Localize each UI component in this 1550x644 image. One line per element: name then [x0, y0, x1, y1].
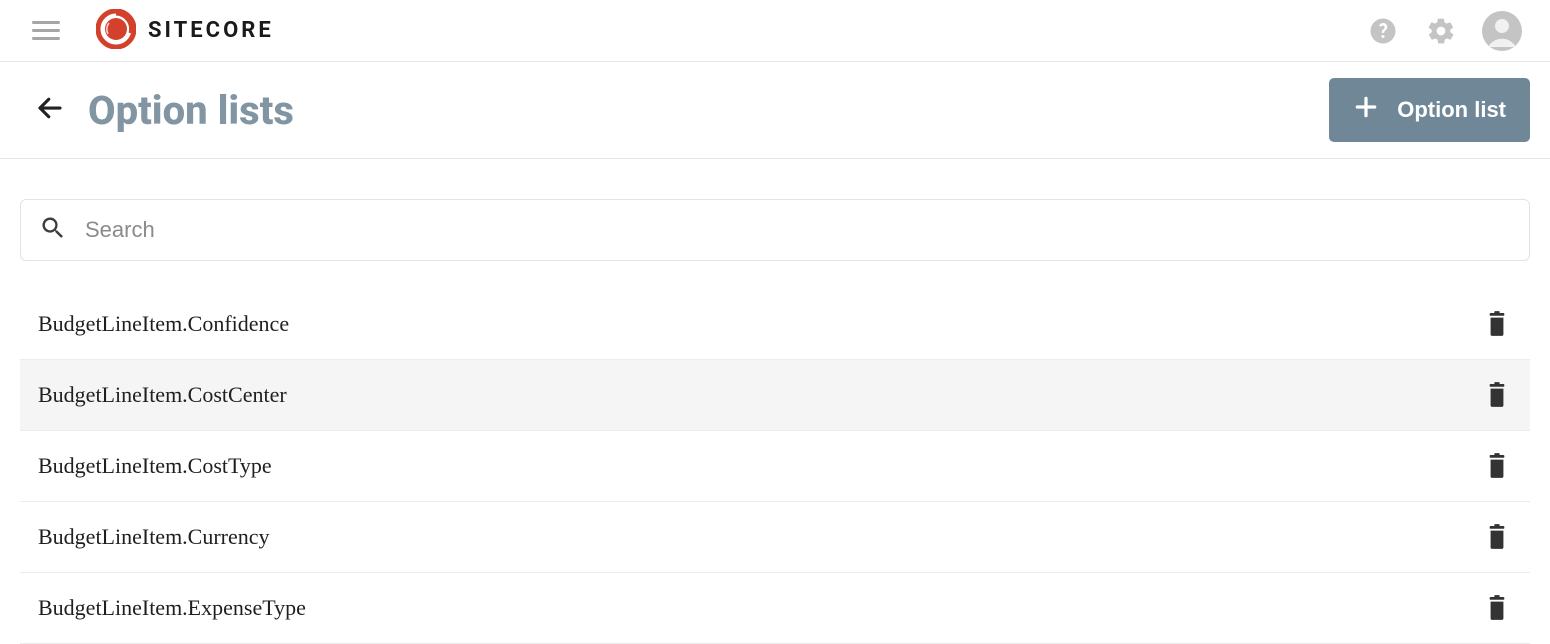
list-item[interactable]: BudgetLineItem.Currency: [20, 502, 1530, 573]
list-item[interactable]: BudgetLineItem.CostType: [20, 431, 1530, 502]
arrow-left-icon: [35, 93, 65, 127]
header-actions: [1366, 11, 1522, 51]
trash-icon[interactable]: [1482, 522, 1512, 552]
option-list-table: BudgetLineItem.Confidence BudgetLineItem.…: [20, 289, 1530, 644]
add-option-list-button[interactable]: Option list: [1329, 78, 1530, 142]
search-icon: [39, 214, 67, 246]
trash-icon[interactable]: [1482, 451, 1512, 481]
list-item[interactable]: BudgetLineItem.CostCenter: [20, 360, 1530, 431]
gear-icon[interactable]: [1424, 14, 1458, 48]
page-title-bar: Option lists Option list: [0, 62, 1550, 159]
trash-icon[interactable]: [1482, 593, 1512, 623]
brand-logo[interactable]: SITECORE: [96, 9, 274, 53]
list-item[interactable]: BudgetLineItem.Confidence: [20, 289, 1530, 360]
list-item-label: BudgetLineItem.Currency: [38, 524, 1482, 550]
back-button[interactable]: [30, 90, 70, 130]
hamburger-icon[interactable]: [32, 15, 64, 47]
list-item-label: BudgetLineItem.CostType: [38, 453, 1482, 479]
trash-icon[interactable]: [1482, 380, 1512, 410]
list-item[interactable]: BudgetLineItem.ExpenseType: [20, 573, 1530, 644]
list-item-label: BudgetLineItem.ExpenseType: [38, 595, 1482, 621]
brand-name: SITECORE: [148, 18, 274, 43]
content-area: BudgetLineItem.Confidence BudgetLineItem.…: [0, 159, 1550, 644]
help-icon[interactable]: [1366, 14, 1400, 48]
sitecore-logo-icon: [96, 9, 136, 53]
app-header: SITECORE: [0, 0, 1550, 62]
list-item-label: BudgetLineItem.CostCenter: [38, 382, 1482, 408]
page-title: Option lists: [88, 87, 294, 134]
list-item-label: BudgetLineItem.Confidence: [38, 311, 1482, 337]
trash-icon[interactable]: [1482, 309, 1512, 339]
search-box[interactable]: [20, 199, 1530, 261]
search-input[interactable]: [85, 217, 1511, 243]
primary-button-label: Option list: [1397, 97, 1506, 123]
plus-icon: [1353, 94, 1379, 126]
user-avatar-icon[interactable]: [1482, 11, 1522, 51]
